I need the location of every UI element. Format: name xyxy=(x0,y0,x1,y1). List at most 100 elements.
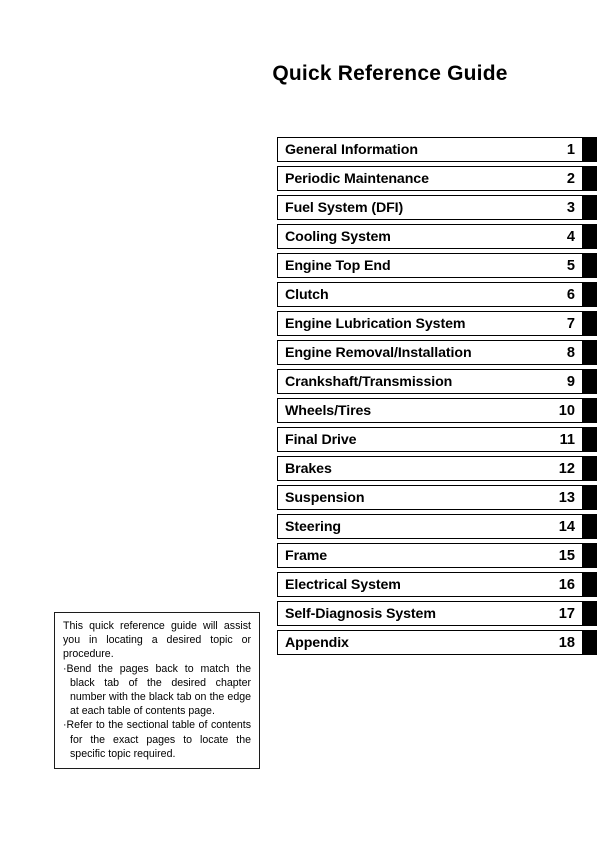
chapter-black-tab xyxy=(583,630,597,655)
chapter-row[interactable]: Appendix 18 xyxy=(277,630,597,655)
chapter-row[interactable]: Crankshaft/Transmission 9 xyxy=(277,369,597,394)
chapter-number: 3 xyxy=(566,199,575,216)
note-bullet-text: Refer to the sectional table of contents… xyxy=(66,719,251,760)
chapter-entry[interactable]: General Information 1 xyxy=(277,137,583,162)
chapter-entry[interactable]: Engine Top End 5 xyxy=(277,253,583,278)
chapter-title: Suspension xyxy=(285,490,365,505)
chapter-entry[interactable]: Final Drive 11 xyxy=(277,427,583,452)
page-title: Quick Reference Guide xyxy=(272,62,508,85)
chapter-row[interactable]: Periodic Maintenance 2 xyxy=(277,166,597,191)
chapter-black-tab xyxy=(583,195,597,220)
chapter-number: 6 xyxy=(566,286,575,303)
chapter-row[interactable]: Clutch 6 xyxy=(277,282,597,307)
chapter-black-tab xyxy=(583,282,597,307)
chapter-row[interactable]: Final Drive 11 xyxy=(277,427,597,452)
chapter-number: 14 xyxy=(558,518,575,535)
document-page: Quick Reference Guide General Informatio… xyxy=(0,0,600,852)
chapter-black-tab xyxy=(583,311,597,336)
chapter-black-tab xyxy=(583,485,597,510)
chapter-number: 16 xyxy=(558,576,575,593)
chapter-row[interactable]: Fuel System (DFI) 3 xyxy=(277,195,597,220)
chapter-row[interactable]: Engine Lubrication System 7 xyxy=(277,311,597,336)
chapter-black-tab xyxy=(583,514,597,539)
chapter-title: Periodic Maintenance xyxy=(285,171,429,186)
chapter-index-list: General Information 1 Periodic Maintenance… xyxy=(277,137,597,659)
chapter-entry[interactable]: Fuel System (DFI) 3 xyxy=(277,195,583,220)
chapter-number: 9 xyxy=(566,373,575,390)
chapter-entry[interactable]: Appendix 18 xyxy=(277,630,583,655)
chapter-row[interactable]: Brakes 12 xyxy=(277,456,597,481)
chapter-entry[interactable]: Cooling System 4 xyxy=(277,224,583,249)
chapter-row[interactable]: Steering 14 xyxy=(277,514,597,539)
chapter-row[interactable]: General Information 1 xyxy=(277,137,597,162)
chapter-row[interactable]: Engine Removal/Installation 8 xyxy=(277,340,597,365)
note-bullet-item: ·Bend the pages back to match the black … xyxy=(63,662,251,719)
chapter-row[interactable]: Engine Top End 5 xyxy=(277,253,597,278)
chapter-row[interactable]: Wheels/Tires 10 xyxy=(277,398,597,423)
chapter-title: Engine Removal/Installation xyxy=(285,345,472,360)
chapter-entry[interactable]: Periodic Maintenance 2 xyxy=(277,166,583,191)
chapter-title: Frame xyxy=(285,548,328,563)
usage-note-box: This quick reference guide will assist y… xyxy=(54,612,260,770)
chapter-title: Engine Top End xyxy=(285,258,391,273)
chapter-entry[interactable]: Suspension 13 xyxy=(277,485,583,510)
chapter-number: 12 xyxy=(558,460,575,477)
chapter-title: Wheels/Tires xyxy=(285,403,372,418)
chapter-entry[interactable]: Steering 14 xyxy=(277,514,583,539)
note-bullet-list: ·Bend the pages back to match the black … xyxy=(63,662,251,761)
chapter-number: 17 xyxy=(558,605,575,622)
chapter-title: Brakes xyxy=(285,461,332,476)
chapter-row[interactable]: Electrical System 16 xyxy=(277,572,597,597)
chapter-number: 4 xyxy=(566,228,575,245)
chapter-title: Electrical System xyxy=(285,577,401,592)
chapter-title: General Information xyxy=(285,142,418,157)
chapter-black-tab xyxy=(583,253,597,278)
chapter-black-tab xyxy=(583,456,597,481)
chapter-black-tab xyxy=(583,137,597,162)
chapter-entry[interactable]: Wheels/Tires 10 xyxy=(277,398,583,423)
chapter-black-tab xyxy=(583,427,597,452)
note-bullet-item: ·Refer to the sectional table of content… xyxy=(63,718,251,761)
chapter-title: Appendix xyxy=(285,635,349,650)
chapter-number: 1 xyxy=(566,141,575,158)
chapter-black-tab xyxy=(583,166,597,191)
chapter-black-tab xyxy=(583,398,597,423)
chapter-number: 2 xyxy=(566,170,575,187)
chapter-number: 7 xyxy=(566,315,575,332)
note-intro-text: This quick reference guide will assist y… xyxy=(63,620,251,661)
chapter-entry[interactable]: Engine Removal/Installation 8 xyxy=(277,340,583,365)
chapter-title: Crankshaft/Transmission xyxy=(285,374,453,389)
chapter-title: Final Drive xyxy=(285,432,357,447)
chapter-title: Self-Diagnosis System xyxy=(285,606,436,621)
chapter-number: 15 xyxy=(558,547,575,564)
chapter-number: 13 xyxy=(558,489,575,506)
chapter-title: Clutch xyxy=(285,287,329,302)
chapter-number: 8 xyxy=(566,344,575,361)
chapter-row[interactable]: Cooling System 4 xyxy=(277,224,597,249)
chapter-number: 5 xyxy=(566,257,575,274)
note-bullet-text: Bend the pages back to match the black t… xyxy=(66,662,251,718)
chapter-number: 11 xyxy=(559,431,575,448)
chapter-title: Steering xyxy=(285,519,341,534)
chapter-entry[interactable]: Self-Diagnosis System 17 xyxy=(277,601,583,626)
chapter-entry[interactable]: Frame 15 xyxy=(277,543,583,568)
chapter-title: Engine Lubrication System xyxy=(285,316,466,331)
chapter-entry[interactable]: Electrical System 16 xyxy=(277,572,583,597)
chapter-number: 18 xyxy=(558,634,575,651)
chapter-row[interactable]: Frame 15 xyxy=(277,543,597,568)
chapter-black-tab xyxy=(583,224,597,249)
chapter-black-tab xyxy=(583,543,597,568)
chapter-black-tab xyxy=(583,601,597,626)
chapter-entry[interactable]: Crankshaft/Transmission 9 xyxy=(277,369,583,394)
chapter-entry[interactable]: Clutch 6 xyxy=(277,282,583,307)
chapter-row[interactable]: Self-Diagnosis System 17 xyxy=(277,601,597,626)
chapter-black-tab xyxy=(583,369,597,394)
chapter-title: Cooling System xyxy=(285,229,391,244)
chapter-entry[interactable]: Engine Lubrication System 7 xyxy=(277,311,583,336)
chapter-number: 10 xyxy=(558,402,575,419)
chapter-title: Fuel System (DFI) xyxy=(285,200,404,215)
chapter-black-tab xyxy=(583,340,597,365)
chapter-black-tab xyxy=(583,572,597,597)
chapter-row[interactable]: Suspension 13 xyxy=(277,485,597,510)
chapter-entry[interactable]: Brakes 12 xyxy=(277,456,583,481)
